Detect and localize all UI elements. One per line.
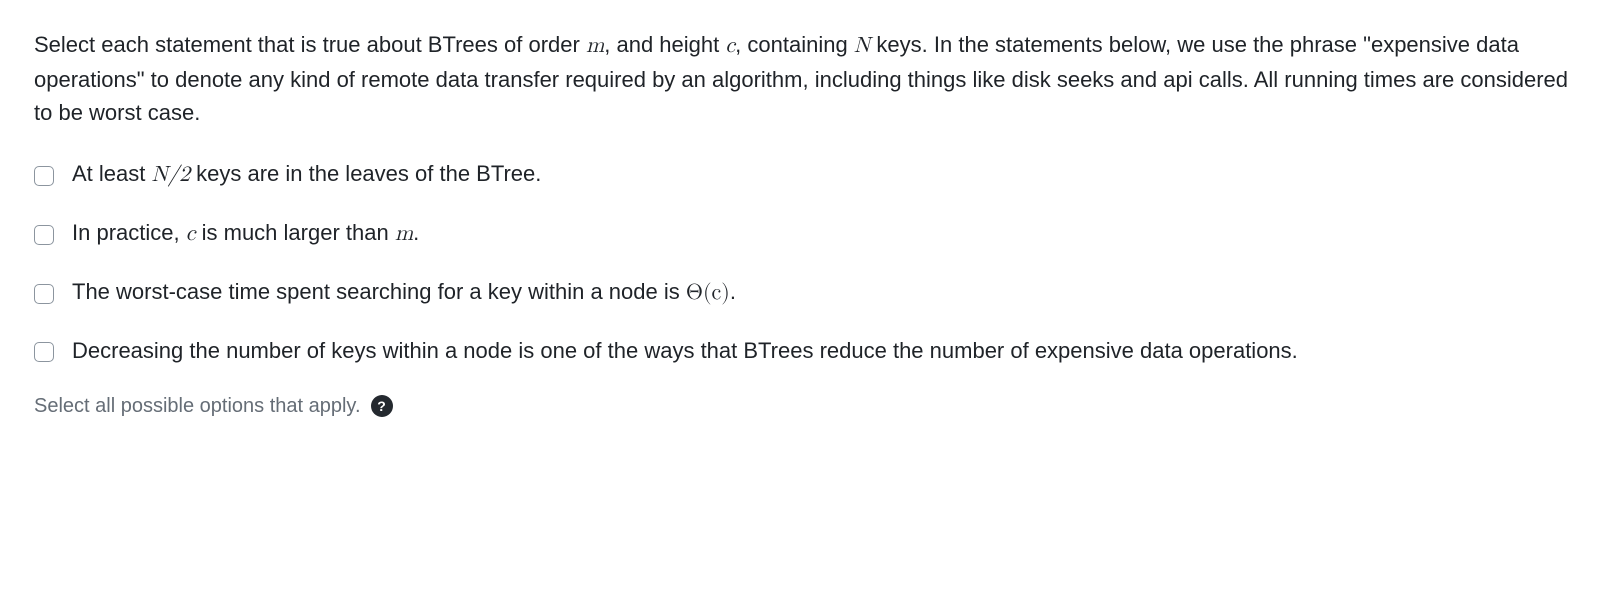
option-2-label[interactable]: In practice, c is much larger than m.	[72, 216, 1588, 251]
options-list: At least N/2 keys are in the leaves of t…	[34, 157, 1588, 367]
option-text: keys are in the leaves of the BTree.	[190, 161, 541, 186]
hint-text: Select all possible options that apply.	[34, 391, 361, 421]
option-3: The worst-case time spent searching for …	[34, 275, 1588, 310]
help-icon[interactable]: ?	[371, 395, 393, 417]
option-text: .	[413, 220, 419, 245]
option-4-label[interactable]: Decreasing the number of keys within a n…	[72, 334, 1588, 367]
option-4: Decreasing the number of keys within a n…	[34, 334, 1588, 367]
prompt-text: , and height	[604, 32, 725, 57]
var-m: m	[395, 223, 413, 245]
option-text: At least	[72, 161, 151, 186]
option-3-label[interactable]: The worst-case time spent searching for …	[72, 275, 1588, 310]
var-c: c	[186, 223, 196, 245]
math-theta-c: Θ(c)	[686, 282, 730, 304]
option-text: is much larger than	[196, 220, 395, 245]
prompt-text: Select each statement that is true about…	[34, 32, 586, 57]
checkbox-option-4[interactable]	[34, 342, 54, 362]
hint-row: Select all possible options that apply. …	[34, 391, 1588, 421]
option-text: The worst-case time spent searching for …	[72, 279, 686, 304]
prompt-text: , containing	[735, 32, 854, 57]
checkbox-option-2[interactable]	[34, 225, 54, 245]
option-text: In practice,	[72, 220, 186, 245]
var-n: N	[854, 35, 871, 57]
option-text: Decreasing the number of keys within a n…	[72, 338, 1298, 363]
checkbox-option-3[interactable]	[34, 284, 54, 304]
option-text: .	[730, 279, 736, 304]
question-prompt: Select each statement that is true about…	[34, 28, 1588, 129]
checkbox-option-1[interactable]	[34, 166, 54, 186]
option-1-label[interactable]: At least N/2 keys are in the leaves of t…	[72, 157, 1588, 192]
option-1: At least N/2 keys are in the leaves of t…	[34, 157, 1588, 192]
option-2: In practice, c is much larger than m.	[34, 216, 1588, 251]
math-n-over-2: N/2	[151, 164, 190, 186]
var-c: c	[725, 35, 735, 57]
var-m: m	[586, 35, 604, 57]
